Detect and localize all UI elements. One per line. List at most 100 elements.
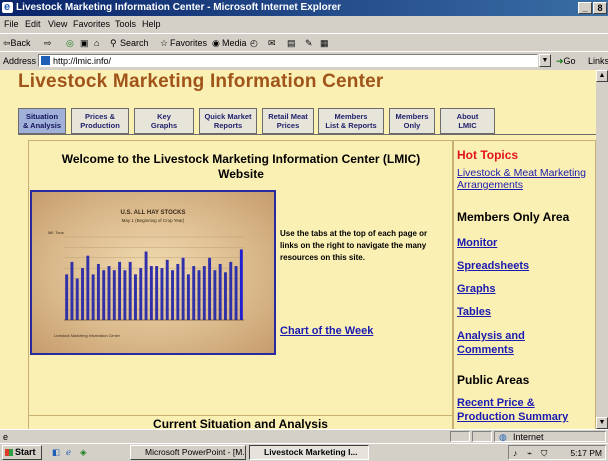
quick-launch-ie-icon[interactable]: ℯ: [66, 444, 71, 460]
favorites-button[interactable]: Favorites: [170, 34, 207, 52]
chart-bar: [96, 263, 100, 320]
scroll-up-icon[interactable]: ▲: [596, 70, 608, 82]
chart-bar: [155, 266, 159, 320]
quick-launch-outlook-icon[interactable]: ◈: [80, 444, 87, 460]
stop-icon[interactable]: ▣: [80, 34, 89, 52]
chart-bar: [70, 261, 74, 320]
start-button[interactable]: Start: [2, 445, 42, 460]
menu-edit[interactable]: Edit: [25, 16, 41, 33]
tab-retail-meat-prices[interactable]: Retail Meat Prices: [262, 108, 314, 134]
ie-icon: [2, 0, 13, 15]
chart-of-week-link[interactable]: Chart of the Week: [280, 325, 373, 337]
search-button[interactable]: Search: [120, 34, 149, 52]
menu-bar: File Edit View Favorites Tools Help: [0, 16, 608, 33]
discuss-icon[interactable]: ▦: [320, 34, 329, 52]
hot-topics-heading: Hot Topics: [457, 148, 519, 162]
current-situation-heading: Current Situation and Analysis: [153, 417, 328, 429]
members-only-heading: Members Only Area: [457, 210, 570, 224]
quick-launch-desktop-icon[interactable]: ◧: [52, 444, 60, 460]
refresh-icon[interactable]: ◎: [66, 34, 74, 52]
print-icon[interactable]: ▤: [287, 34, 296, 52]
sidebar-link-graphs[interactable]: Graphs: [457, 282, 496, 296]
tray-network-icon[interactable]: ⌁: [527, 445, 532, 461]
hay-stocks-chart: U.S. ALL HAY STOCKS May 1 (Beginning of …: [48, 210, 244, 338]
chart-bar: [160, 268, 164, 320]
tab-members-list-reports[interactable]: Members List & Reports: [318, 108, 384, 134]
search-icon: ⚲: [110, 38, 117, 48]
chart-bar: [192, 266, 196, 320]
chart-bar: [181, 257, 185, 320]
tray-shield-icon[interactable]: ⛉: [541, 445, 547, 461]
globe-icon: ◍: [499, 432, 507, 442]
tab-situation-analysis[interactable]: Situation & Analysis: [18, 108, 66, 134]
hot-topic-link[interactable]: Livestock & Meat Marketing Arrangements: [457, 167, 593, 191]
sidebar-link-analysis-comments[interactable]: Analysis and Comments: [457, 329, 547, 357]
sidebar-link-spreadsheets[interactable]: Spreadsheets: [457, 259, 529, 273]
address-bar: Address http://lmic.info/ ▼ ➜Go Links: [0, 51, 608, 70]
chart-bar: [102, 270, 106, 320]
edit-icon[interactable]: ✎: [305, 34, 313, 52]
tab-about-lmic[interactable]: About LMIC: [440, 108, 495, 134]
tab-quick-market-reports[interactable]: Quick Market Reports: [199, 108, 257, 134]
address-dropdown-icon[interactable]: ▼: [539, 54, 551, 67]
taskbar-ie-livestock[interactable]: Livestock Marketing I...: [249, 445, 369, 460]
chart-bar: [186, 274, 190, 320]
chart-plot: [64, 236, 244, 321]
taskbar-powerpoint[interactable]: Microsoft PowerPoint - [M...: [130, 445, 246, 460]
status-bar: e ◍ Internet: [0, 429, 608, 444]
chart-bar: [139, 268, 143, 320]
go-button[interactable]: ➜Go: [556, 52, 576, 70]
address-input[interactable]: http://lmic.info/: [38, 54, 538, 67]
system-tray: ♪ ⌁ ⛉ 5:17 PM: [508, 445, 606, 460]
status-segment: [450, 431, 470, 442]
zone-panel: ◍ Internet: [494, 431, 606, 442]
chart-bar: [239, 249, 243, 320]
chart-bar: [134, 274, 137, 320]
sidebar-link-recent-price[interactable]: Recent Price & Production Summary: [457, 396, 593, 424]
sidebar-link-tables[interactable]: Tables: [457, 305, 491, 319]
menu-favorites[interactable]: Favorites: [73, 16, 110, 33]
tray-volume-icon[interactable]: ♪: [513, 445, 517, 461]
chart-bar: [107, 266, 111, 320]
chart-bar: [208, 257, 212, 320]
chart-bar: [86, 255, 90, 320]
menu-tools[interactable]: Tools: [115, 16, 136, 33]
history-icon[interactable]: ◴: [250, 34, 258, 52]
forward-button[interactable]: ⇨: [44, 34, 52, 52]
minimize-button[interactable]: _: [578, 2, 592, 14]
public-areas-heading: Public Areas: [457, 373, 530, 387]
site-title: Livestock Marketing Information Center: [18, 71, 384, 92]
menu-view[interactable]: View: [48, 16, 67, 33]
links-button[interactable]: Links: [588, 52, 608, 70]
chart-bar: [176, 263, 180, 320]
go-arrow-icon: ➜: [556, 56, 564, 66]
chart-of-week-image[interactable]: U.S. ALL HAY STOCKS May 1 (Beginning of …: [30, 190, 276, 355]
menu-file[interactable]: File: [4, 16, 19, 33]
page-icon: [41, 56, 50, 65]
chart-bar: [118, 261, 122, 320]
chart-bar: [218, 263, 222, 320]
back-button[interactable]: ⇦Back: [3, 34, 31, 52]
home-icon[interactable]: ⌂: [94, 34, 99, 52]
menu-help[interactable]: Help: [142, 16, 161, 33]
browser-window: Livestock Marketing Information Center -…: [0, 0, 608, 461]
chart-bar: [123, 270, 127, 320]
maximize-button[interactable]: 8: [593, 2, 607, 14]
media-button[interactable]: Media: [222, 34, 247, 52]
tab-key-graphs[interactable]: Key Graphs: [134, 108, 194, 134]
chart-bar: [202, 266, 206, 320]
chart-source: Livestock Marketing Information Center: [54, 334, 121, 338]
nav-instructions: Use the tabs at the top of each page or …: [280, 229, 428, 262]
tab-members-only[interactable]: Members Only: [389, 108, 435, 134]
scroll-down-icon[interactable]: ▼: [596, 417, 608, 429]
mail-icon[interactable]: ✉: [268, 34, 276, 52]
ie-status-icon: e: [3, 432, 9, 442]
favorites-icon: ☆: [160, 38, 169, 48]
tab-prices-production[interactable]: Prices & Production: [71, 108, 129, 134]
chart-bar: [224, 272, 227, 320]
taskbar: Start ◧ ℯ ◈ Microsoft PowerPoint - [M...…: [0, 443, 608, 461]
chart-title: U.S. ALL HAY STOCKS: [121, 210, 186, 216]
vertical-scrollbar[interactable]: ▲ ▼: [596, 70, 608, 429]
sidebar-link-monitor[interactable]: Monitor: [457, 236, 497, 250]
chart-ylabel: Mil. Tons: [48, 230, 64, 235]
